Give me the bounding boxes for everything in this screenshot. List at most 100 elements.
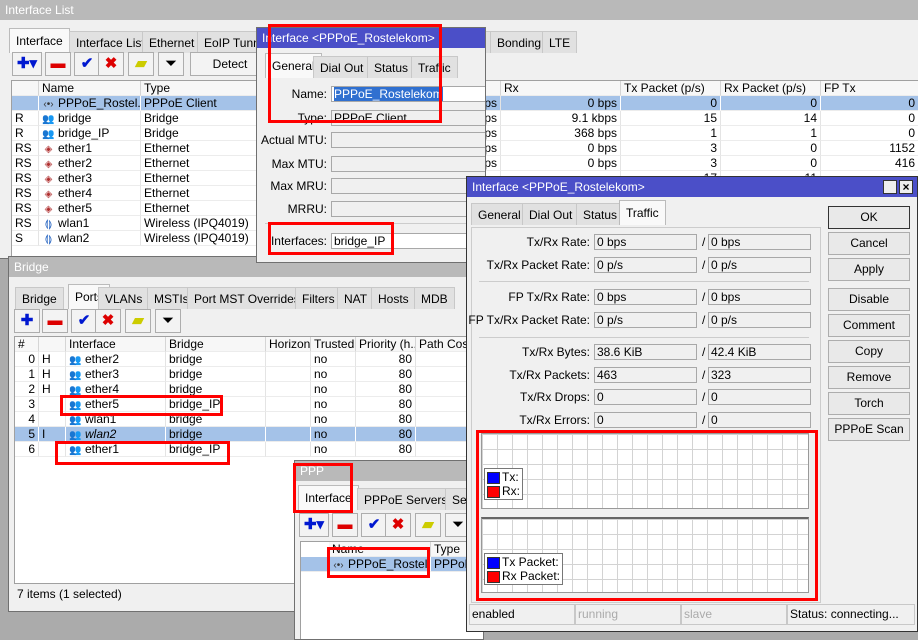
column-header[interactable] xyxy=(39,337,66,352)
add-button[interactable]: ✚▾ xyxy=(12,52,42,76)
tab-status[interactable]: Status xyxy=(576,203,625,225)
tab-interface[interactable]: Interface xyxy=(298,485,359,510)
tab-traffic[interactable]: Traffic xyxy=(619,200,666,225)
enable-button[interactable]: ✔ xyxy=(71,309,97,333)
column-header[interactable]: Rx xyxy=(501,81,621,96)
cell-flag: S xyxy=(12,231,39,246)
table-row[interactable]: 6👥ether1bridge_IPno801 xyxy=(15,442,477,457)
cell-prio: 80 xyxy=(356,412,416,427)
copy-button[interactable]: Copy xyxy=(828,340,910,363)
cell-text: ether4 xyxy=(85,382,120,396)
field-name[interactable]: PPPoE_Rostelekom xyxy=(331,86,485,102)
tab-filters[interactable]: Filters xyxy=(295,287,342,309)
cancel-button[interactable]: Cancel xyxy=(828,232,910,255)
table-row[interactable]: 5I👥wlan2bridgeno801 xyxy=(15,427,477,442)
enable-button[interactable]: ✔ xyxy=(361,513,387,537)
tab-pppoe-servers[interactable]: PPPoE Servers xyxy=(357,488,455,510)
table-row[interactable]: ‹•›PPPoE_Rostel...PPPoE Client xyxy=(301,557,483,572)
tab-mdb[interactable]: MDB xyxy=(414,287,455,309)
tab-dial-out[interactable]: Dial Out xyxy=(522,203,580,225)
disable-button[interactable]: ✖ xyxy=(98,52,124,76)
remove-button[interactable]: ▬ xyxy=(42,309,68,333)
tab-nat[interactable]: NAT xyxy=(337,287,375,309)
tab-general[interactable]: General xyxy=(471,203,528,225)
cell-text: Bridge xyxy=(144,126,179,140)
remove-button[interactable]: Remove xyxy=(828,366,910,389)
torch-button[interactable]: Torch xyxy=(828,392,910,415)
disable-button[interactable]: Disable xyxy=(828,288,910,311)
cell-horizon xyxy=(266,352,311,367)
column-header[interactable]: Interface xyxy=(66,337,166,352)
disable-button[interactable]: ✖ xyxy=(385,513,411,537)
column-header[interactable]: Name xyxy=(39,81,141,96)
comment-button[interactable]: ▰ xyxy=(415,513,441,537)
cell-horizon xyxy=(266,397,311,412)
table-row[interactable]: 0H👥ether2bridgeno801 xyxy=(15,352,477,367)
cell-trusted: no xyxy=(311,382,356,397)
remove-button[interactable]: ▬ xyxy=(332,513,358,537)
table-row[interactable]: 2H👥ether4bridgeno801 xyxy=(15,382,477,397)
column-header[interactable]: Name xyxy=(329,542,431,557)
cell-txp: 1 xyxy=(621,126,721,141)
remove-button[interactable]: ▬ xyxy=(45,52,71,76)
tab-dial-out[interactable]: Dial Out xyxy=(313,56,371,78)
cell-text: ether3 xyxy=(58,171,93,185)
comment-button[interactable]: ▰ xyxy=(128,52,154,76)
column-header[interactable]: Trusted xyxy=(311,337,356,352)
tab-status[interactable]: Status xyxy=(367,56,416,78)
tab-interface-list[interactable]: Interface List xyxy=(69,31,152,53)
field-max-mtu[interactable] xyxy=(331,156,485,172)
field-max-mru[interactable] xyxy=(331,178,485,194)
cell-text: 80 xyxy=(398,427,412,441)
field-value: bridge_IP xyxy=(334,234,386,248)
enable-button[interactable]: ✔ xyxy=(74,52,100,76)
tab-bridge[interactable]: Bridge xyxy=(15,287,64,309)
table-row[interactable]: 4👥wlan1bridgeno801 xyxy=(15,412,477,427)
column-header[interactable]: FP Tx xyxy=(821,81,918,96)
tab-bonding[interactable]: Bonding xyxy=(490,31,549,53)
cell-f xyxy=(39,397,66,412)
stat-rx-value: 42.4 KiB xyxy=(708,344,811,360)
column-header[interactable]: Horizon xyxy=(266,337,311,352)
tab-hosts[interactable]: Hosts xyxy=(371,287,416,309)
pppoe-scan-button[interactable]: PPPoE Scan xyxy=(828,418,910,441)
stat-rx-value: 0 xyxy=(708,389,811,405)
apply-button[interactable]: Apply xyxy=(828,258,910,281)
close-button[interactable]: × xyxy=(899,180,913,194)
column-header[interactable]: Rx Packet (p/s) xyxy=(721,81,821,96)
field-type[interactable]: PPPoE Client xyxy=(331,110,485,126)
tab-ethernet[interactable]: Ethernet xyxy=(142,31,202,53)
tab-interface[interactable]: Interface xyxy=(9,28,70,53)
maximize-button[interactable] xyxy=(883,180,897,194)
comment-button[interactable]: Comment xyxy=(828,314,910,337)
field-mrru[interactable] xyxy=(331,201,485,217)
table-row[interactable]: 1H👥ether3bridgeno801 xyxy=(15,367,477,382)
comment-button[interactable]: ▰ xyxy=(125,309,151,333)
tab-lte[interactable]: LTE xyxy=(542,31,578,53)
cell-text: RS xyxy=(15,201,32,215)
tab-port-mst-overrides[interactable]: Port MST Overrides xyxy=(187,287,307,309)
cell-text: Wireless (IPQ4019) xyxy=(144,216,249,230)
column-header[interactable]: # xyxy=(15,337,39,352)
tab-vlans[interactable]: VLANs xyxy=(98,287,150,309)
field-actual-mtu[interactable] xyxy=(331,132,485,148)
disable-button[interactable]: ✖ xyxy=(95,309,121,333)
cell-text: no xyxy=(314,352,328,366)
tab-traffic[interactable]: Traffic xyxy=(411,56,458,78)
filter-button[interactable]: ⏷ xyxy=(155,309,181,333)
column-header[interactable]: Priority (h... xyxy=(356,337,416,352)
add-button[interactable]: ✚▾ xyxy=(299,513,329,537)
column-header[interactable] xyxy=(12,81,39,96)
rx-packet-swatch xyxy=(487,570,500,583)
cell-text: 15 xyxy=(703,111,717,125)
cell-flag: RS xyxy=(12,171,39,186)
table-row[interactable]: 3👥ether5bridge_IPno801 xyxy=(15,397,477,412)
column-header[interactable]: Tx Packet (p/s) xyxy=(621,81,721,96)
ok-button[interactable]: OK xyxy=(828,206,910,229)
field-interfaces[interactable]: bridge_IP xyxy=(331,233,485,249)
column-header[interactable]: Bridge xyxy=(166,337,266,352)
cell-text: bridge xyxy=(58,111,92,125)
ethernet-icon: ◈ xyxy=(44,144,53,155)
filter-button[interactable]: ⏷ xyxy=(158,52,184,76)
add-button[interactable]: ✚ xyxy=(14,309,40,333)
